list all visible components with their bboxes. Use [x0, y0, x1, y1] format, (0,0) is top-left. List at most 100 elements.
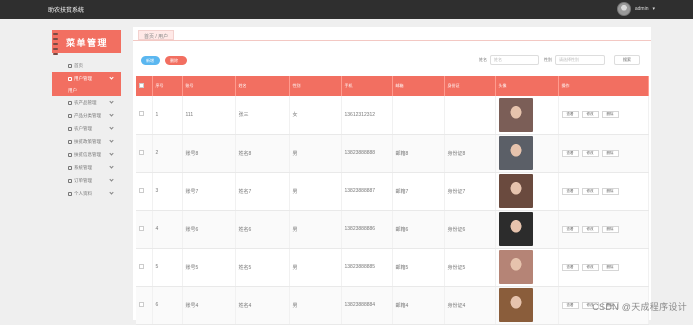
sidebar-item[interactable]: 用户管理 [52, 72, 121, 85]
cell-index: 3 [152, 172, 183, 211]
delete-row-button[interactable]: 删除 [601, 149, 619, 157]
cell-email: 邮箱6 [392, 210, 445, 249]
row-checkbox[interactable] [139, 225, 144, 231]
cell-phone: 13823888888 [341, 134, 393, 173]
cell-email: 邮箱5 [392, 248, 445, 287]
cell-index: 5 [152, 248, 183, 287]
cell-index: 6 [152, 286, 183, 325]
delete-button[interactable]: 删除 [165, 56, 187, 65]
app-title: 助农扶贫系统 [48, 8, 85, 14]
view-button[interactable]: 查看 [561, 301, 579, 309]
cell-gender: 女 [289, 96, 342, 135]
sidebar-item[interactable]: 系统管理 [52, 161, 121, 174]
cell-index: 4 [152, 210, 183, 249]
name-search-input[interactable]: 姓名 [490, 55, 539, 65]
table-row[interactable]: 5 账号5 姓名5 男 13823888885 邮箱5 身份证5 查看 修改 删除 [136, 248, 649, 287]
column-header: 邮箱 [392, 76, 445, 96]
sidebar-subitem-user[interactable]: 用户 [52, 85, 121, 96]
row-checkbox[interactable] [139, 111, 144, 117]
search-button[interactable]: 搜索 [614, 55, 640, 65]
edit-button[interactable]: 修改 [581, 225, 599, 233]
chevron-down-icon [109, 99, 114, 104]
menu-icon [68, 113, 72, 118]
cell-actions: 查看 修改 删除 [558, 210, 649, 249]
chevron-down-icon [109, 151, 114, 156]
sidebar-item-label: 扶贫政策管理 [74, 138, 101, 144]
edit-button[interactable]: 修改 [581, 111, 599, 119]
gender-label: 性别 [544, 57, 552, 62]
row-checkbox[interactable] [139, 149, 144, 155]
view-button[interactable]: 查看 [561, 187, 579, 195]
edit-button[interactable]: 修改 [581, 149, 599, 157]
cell-account: 账号4 [182, 286, 236, 325]
view-button[interactable]: 查看 [561, 263, 579, 271]
table-row[interactable]: 4 账号6 姓名6 男 13823888886 邮箱6 身份证6 查看 修改 删除 [136, 210, 649, 249]
sidebar-item[interactable]: 扶贫信息管理 [52, 148, 121, 161]
edit-button[interactable]: 修改 [581, 263, 599, 271]
cell-idcard: 身份证4 [444, 286, 496, 325]
row-checkbox-cell [136, 172, 153, 211]
cell-idcard: 身份证7 [444, 172, 496, 211]
breadcrumb[interactable]: 首页 / 用户 [138, 30, 175, 40]
cell-phone: 13823888884 [341, 286, 393, 325]
sidebar-item-label: 系统管理 [74, 164, 92, 170]
cell-gender: 男 [289, 248, 342, 287]
row-checkbox[interactable] [139, 263, 144, 269]
cell-gender: 男 [289, 210, 342, 249]
sidebar-item[interactable]: 农产品管理 [52, 96, 121, 109]
cell-account: 账号7 [182, 172, 236, 211]
binder-rings [53, 33, 58, 55]
cell-phone: 13823888887 [341, 172, 393, 211]
cell-actions: 查看 修改 删除 [558, 96, 649, 135]
delete-row-button[interactable]: 删除 [601, 225, 619, 233]
sidebar: 菜单管理 首页 用户管理 用户 农产品管理 产品分类管理 农户管理 扶贫政策管理 扶贫信息管理… [52, 30, 121, 320]
view-button[interactable]: 查看 [561, 111, 579, 119]
cell-account: 账号6 [182, 210, 236, 249]
cell-actions: 查看 修改 删除 [558, 172, 649, 211]
delete-row-button[interactable]: 删除 [601, 111, 619, 119]
sidebar-item[interactable]: 个人资料 [52, 187, 121, 200]
cell-idcard: 身份证8 [444, 134, 496, 173]
select-all-header[interactable] [136, 76, 153, 96]
view-button[interactable]: 查看 [561, 149, 579, 157]
delete-row-button[interactable]: 删除 [601, 187, 619, 195]
avatar-thumbnail [498, 212, 533, 246]
row-checkbox-cell [136, 286, 153, 325]
avatar-thumbnail [498, 174, 533, 208]
cell-name: 张三 [235, 96, 290, 135]
gender-select[interactable]: 请选择性别 [555, 55, 605, 65]
menu-icon [68, 139, 72, 144]
delete-row-button[interactable]: 删除 [601, 263, 619, 271]
user-menu[interactable]: admin ▾ [616, 2, 655, 16]
table-row[interactable]: 3 账号7 姓名7 男 13823888887 邮箱7 身份证7 查看 修改 删除 [136, 172, 649, 211]
avatar-thumbnail [498, 288, 533, 322]
add-button[interactable]: 新增 [141, 56, 160, 65]
sidebar-item[interactable]: 订单管理 [52, 174, 121, 187]
sidebar-item-label: 农户管理 [74, 125, 92, 131]
cell-name: 姓名8 [235, 134, 290, 173]
cell-account: 账号8 [182, 134, 236, 173]
view-button[interactable]: 查看 [561, 225, 579, 233]
edit-button[interactable]: 修改 [581, 187, 599, 195]
sidebar-menu: 首页 用户管理用户农产品管理 产品分类管理农户管理扶贫政策管理扶贫信息管理系统管理订… [52, 59, 121, 200]
sidebar-item[interactable]: 产品分类管理 [52, 109, 121, 122]
row-checkbox[interactable] [139, 187, 144, 193]
select-all-checkbox[interactable] [139, 83, 144, 88]
row-checkbox[interactable] [139, 301, 144, 307]
sidebar-item[interactable]: 农户管理 [52, 122, 121, 135]
user-table: 序号 账号 姓名 性别 手机 邮箱 身份证 头像 操作 1 111 张三女 13612312312 查看… [136, 76, 649, 325]
sidebar-item[interactable]: 扶贫政策管理 [52, 135, 121, 148]
chevron-down-icon [109, 164, 114, 169]
cell-avatar [495, 172, 559, 211]
sidebar-item[interactable]: 首页 [52, 59, 121, 72]
chevron-down-icon [109, 125, 114, 130]
chevron-down-icon: ▾ [652, 6, 655, 12]
table-row[interactable]: 1 111 张三女 13612312312 查看 修改 删除 [136, 96, 649, 135]
table-row[interactable]: 6 账号4 姓名4 男 13823888884 邮箱4 身份证4 查看 修改 删除 [136, 286, 649, 325]
cell-idcard: 身份证5 [444, 248, 496, 287]
table-row[interactable]: 2 账号8 姓名8 男 13823888888 邮箱8 身份证8 查看 修改 删除 [136, 134, 649, 173]
cell-avatar [495, 248, 559, 287]
column-header: 序号 [152, 76, 183, 96]
sidebar-item-label: 用户 [68, 87, 77, 93]
column-header: 头像 [495, 76, 559, 96]
